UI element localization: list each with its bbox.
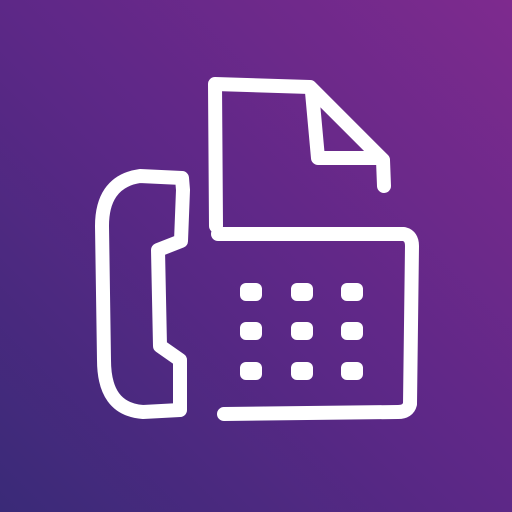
key-9 <box>341 362 363 380</box>
key-2 <box>291 283 313 301</box>
fax-app-icon[interactable] <box>0 0 512 512</box>
fax-machine-icon <box>0 0 512 512</box>
key-6 <box>341 322 363 340</box>
key-8 <box>291 362 313 380</box>
key-5 <box>291 322 313 340</box>
keypad <box>240 283 363 380</box>
key-3 <box>341 283 363 301</box>
key-4 <box>240 322 262 340</box>
key-1 <box>240 283 262 301</box>
icon-background <box>0 0 512 512</box>
key-7 <box>240 362 262 380</box>
